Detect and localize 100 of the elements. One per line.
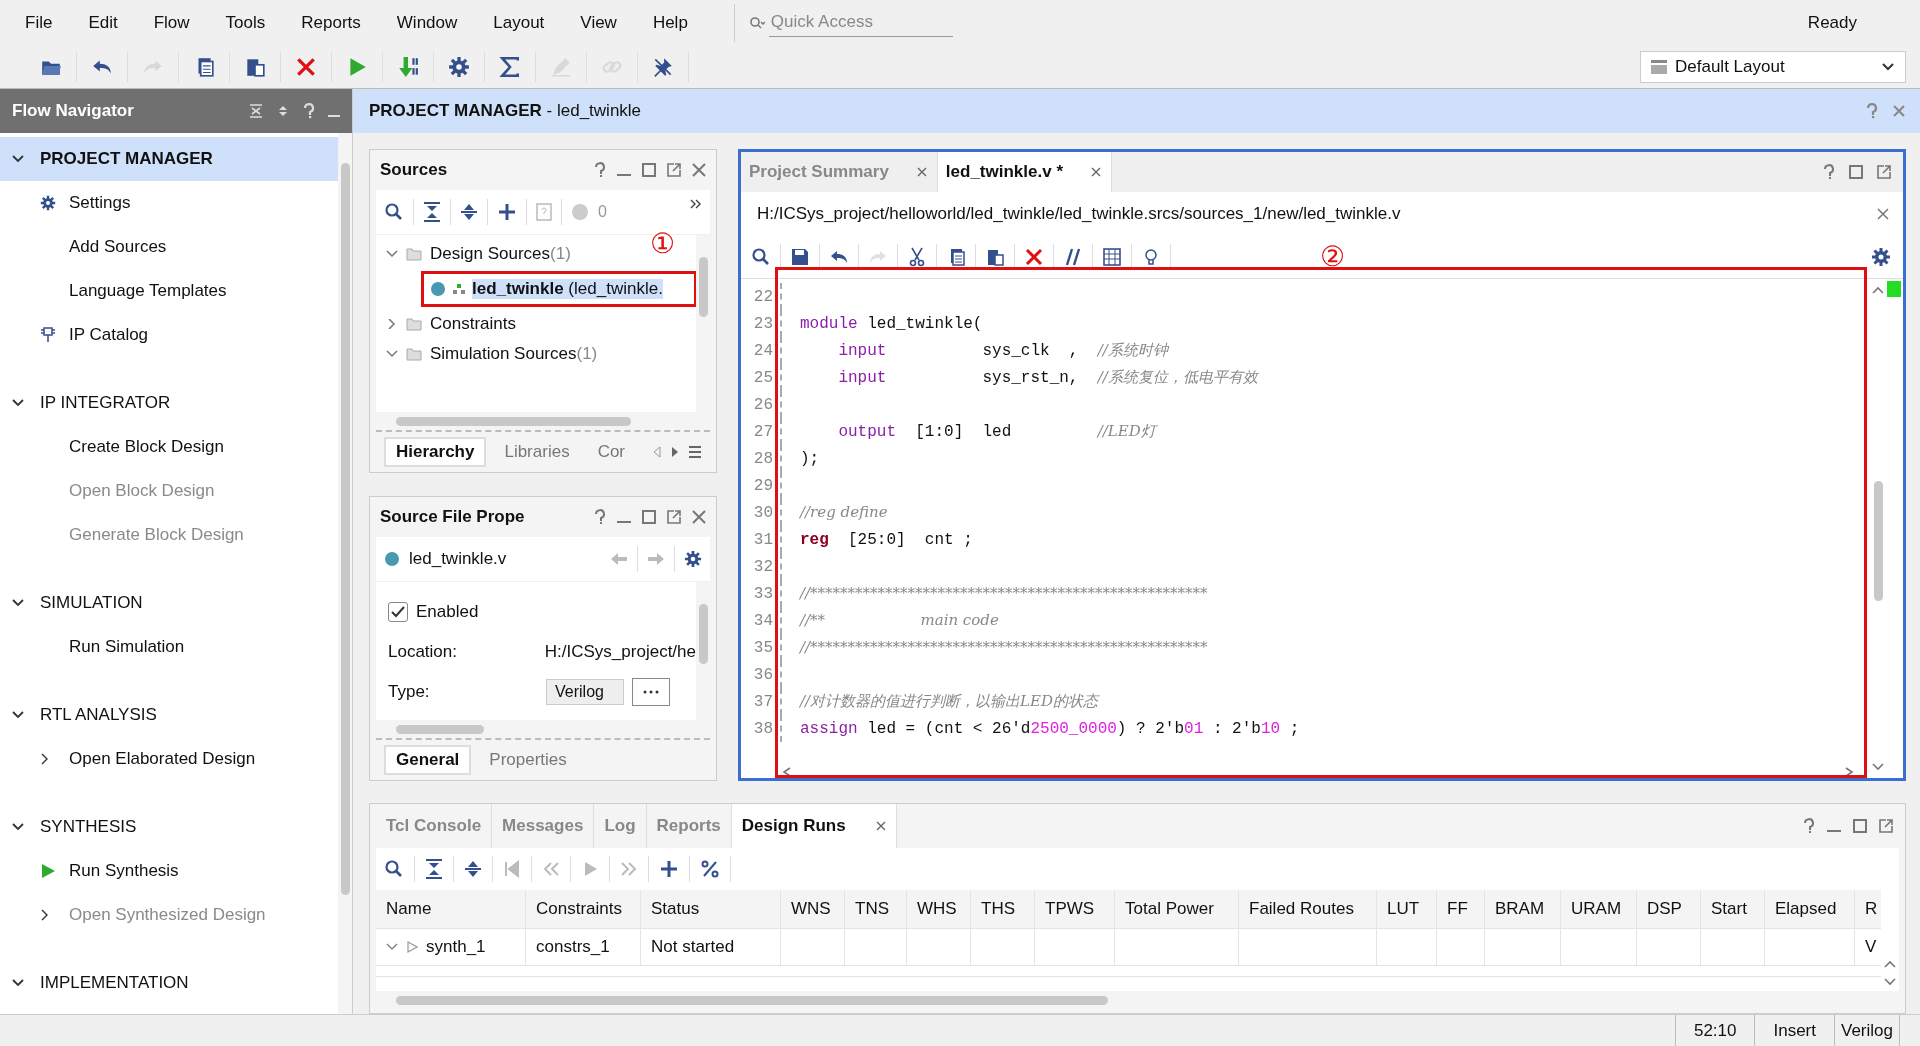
column-header[interactable]: Status	[641, 890, 781, 928]
search-icon[interactable]	[751, 247, 771, 267]
settings-icon[interactable]	[448, 55, 470, 78]
column-header[interactable]: BRAM	[1485, 890, 1561, 928]
maximize-icon[interactable]	[642, 163, 656, 177]
nav-item[interactable]: Create Block Design	[69, 437, 224, 457]
save-icon[interactable]	[790, 247, 810, 267]
scrollbar[interactable]	[338, 133, 352, 1014]
menu-item[interactable]: Flow	[153, 12, 190, 33]
nav-section-header[interactable]: SIMULATION	[0, 581, 338, 625]
nav-section-header[interactable]: IMPLEMENTATION	[0, 961, 338, 1005]
expand-icon[interactable]	[460, 202, 478, 222]
tab[interactable]: Properties	[479, 747, 577, 773]
help-icon[interactable]	[1803, 818, 1815, 834]
float-icon[interactable]	[1879, 819, 1893, 833]
column-header[interactable]: R	[1855, 890, 1881, 928]
tree-item[interactable]: Simulation Sources(1)	[430, 344, 598, 364]
search-icon[interactable]	[384, 859, 404, 879]
menu-item[interactable]: File	[25, 12, 53, 33]
nav-section-header[interactable]: PROJECT MANAGER	[0, 137, 338, 181]
column-header[interactable]: Name	[376, 890, 526, 928]
column-header[interactable]: Failed Routes	[1239, 890, 1377, 928]
sigma-icon[interactable]	[499, 55, 521, 78]
menu-item[interactable]: Reports	[301, 12, 361, 33]
download-icon[interactable]	[397, 55, 419, 78]
nav-section-header[interactable]: RTL ANALYSIS	[0, 693, 338, 737]
nav-item[interactable]: Run Simulation	[69, 637, 185, 657]
column-header[interactable]: Elapsed	[1765, 890, 1855, 928]
column-header[interactable]: TPWS	[1035, 890, 1115, 928]
tab[interactable]: General	[384, 745, 472, 775]
nav-item[interactable]: Run Synthesis	[69, 861, 179, 881]
plus-icon[interactable]	[497, 202, 517, 222]
column-header[interactable]: URAM	[1561, 890, 1637, 928]
close-icon[interactable]	[1892, 104, 1906, 118]
close-icon[interactable]	[1877, 208, 1889, 220]
close-icon[interactable]	[1091, 167, 1101, 177]
right-arrow-icon[interactable]	[670, 445, 680, 459]
close-icon[interactable]	[692, 163, 706, 177]
tab[interactable]: Libraries	[494, 439, 580, 465]
help-icon[interactable]	[1823, 164, 1835, 180]
collapse-icon[interactable]	[425, 859, 443, 879]
layout-dropdown[interactable]: Default Layout	[1640, 50, 1906, 83]
scroll-thumb[interactable]	[1873, 481, 1883, 601]
settings-icon[interactable]	[684, 550, 702, 568]
column-header[interactable]: Total Power	[1115, 890, 1239, 928]
columns-icon[interactable]	[1102, 247, 1122, 267]
nav-item[interactable]: Open Elaborated Design	[69, 749, 256, 769]
help-icon[interactable]	[594, 162, 606, 178]
paste-icon[interactable]	[985, 247, 1005, 267]
nav-item[interactable]: Settings	[69, 193, 131, 213]
scissors-icon[interactable]	[907, 247, 927, 267]
help-icon[interactable]	[594, 509, 606, 525]
maximize-icon[interactable]	[642, 510, 656, 524]
help-icon[interactable]	[1866, 103, 1878, 119]
nav-section-header[interactable]: IP INTEGRATOR	[0, 381, 338, 425]
column-header[interactable]: THS	[971, 890, 1035, 928]
close-icon[interactable]	[916, 167, 927, 177]
column-header[interactable]: FF	[1437, 890, 1485, 928]
column-header[interactable]: WNS	[781, 890, 845, 928]
column-header[interactable]: Start	[1701, 890, 1765, 928]
cross-icon[interactable]	[1024, 247, 1044, 267]
comment-icon[interactable]	[1063, 247, 1083, 267]
tab[interactable]: led_twinkle.v *	[937, 152, 1112, 192]
percent-icon[interactable]	[700, 859, 720, 879]
column-header[interactable]: TNS	[845, 890, 907, 928]
search-field[interactable]: Quick Access	[733, 3, 953, 42]
close-icon[interactable]	[692, 510, 706, 524]
column-header[interactable]: DSP	[1637, 890, 1701, 928]
browse-button[interactable]	[632, 678, 670, 706]
expand-icon[interactable]	[464, 859, 482, 879]
type-field[interactable]: Verilog	[546, 679, 624, 705]
menu-item[interactable]: View	[580, 12, 617, 33]
menu-item[interactable]: Tools	[225, 12, 266, 33]
more-icon[interactable]	[690, 198, 702, 210]
plus-icon[interactable]	[659, 859, 679, 879]
chevron-icon[interactable]	[386, 942, 398, 952]
settings-icon[interactable]	[1871, 247, 1891, 267]
tab[interactable]: Design Runs	[731, 804, 897, 848]
close-icon[interactable]	[875, 821, 886, 831]
maximize-icon[interactable]	[1849, 165, 1863, 179]
tree-item[interactable]: led_twinkle (led_twinkle.	[472, 279, 663, 299]
tab[interactable]: Cor	[587, 439, 636, 465]
help-icon[interactable]	[303, 103, 315, 119]
maximize-icon[interactable]	[1853, 819, 1867, 833]
menu-item[interactable]: Layout	[493, 12, 545, 33]
search-icon[interactable]	[384, 202, 404, 222]
tab[interactable]: Hierarchy	[384, 437, 487, 467]
tree-item[interactable]: Design Sources(1)	[430, 244, 571, 264]
column-header[interactable]: LUT	[1377, 890, 1437, 928]
nav-item[interactable]: IP Catalog	[69, 325, 149, 345]
float-icon[interactable]	[667, 510, 681, 524]
left-arrow-icon[interactable]	[652, 445, 662, 459]
chevron-icon[interactable]	[386, 349, 398, 359]
checkbox[interactable]	[388, 602, 408, 622]
collapse-icon[interactable]	[423, 202, 441, 222]
menu-item[interactable]: Edit	[88, 12, 118, 33]
tree-item[interactable]: Constraints	[430, 314, 516, 334]
menu-item[interactable]: Help	[652, 12, 688, 33]
cross-icon[interactable]	[295, 55, 317, 78]
menu-icon[interactable]	[688, 445, 702, 459]
